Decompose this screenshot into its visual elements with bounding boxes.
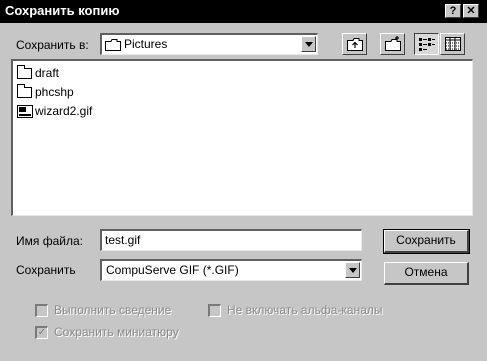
checkbox-box [35,304,48,317]
file-list[interactable]: draft phcshp wizard2.gif [11,59,473,216]
filetype-value: CompuServe GIF (*.GIF) [106,263,239,277]
new-folder-icon [385,36,401,51]
filename-label: Имя файла: [16,234,83,248]
dialog-title: Сохранить копию [5,3,120,18]
list-view-button[interactable] [414,33,439,55]
close-button[interactable]: ✕ [463,4,479,18]
folder-icon [17,84,32,98]
save-in-value: Pictures [124,37,168,51]
gif-file-icon [17,105,33,118]
checkbox-box [208,304,221,317]
up-folder-icon [347,38,363,51]
title-bar[interactable]: Сохранить копию ? ✕ [0,0,487,23]
save-thumbnail-label: Сохранить миниатюру [54,325,179,339]
file-name: wizard2.gif [35,104,93,118]
folder-icon [17,65,32,79]
details-view-button[interactable] [440,33,465,55]
filetype-label: Сохранить [16,263,76,277]
cancel-button[interactable]: Отмена [384,262,469,285]
chevron-down-icon[interactable] [345,262,360,278]
folder-icon [105,38,121,54]
save-button[interactable]: Сохранить [383,229,470,254]
filetype-dropdown[interactable]: CompuServe GIF (*.GIF) [100,259,362,281]
save-in-label: Сохранить в: [16,38,89,52]
file-name: phcshp [35,85,74,99]
file-name: draft [35,66,60,80]
details-view-icon [445,37,461,51]
new-folder-button[interactable] [380,33,405,55]
flatten-label: Выполнить сведение [54,303,172,317]
save-copy-dialog: Сохранить копию ? ✕ Сохранить в: Picture… [0,0,487,361]
help-button[interactable]: ? [445,4,461,18]
list-view-icon [419,38,435,51]
exclude-alpha-label: Не включать альфа-каналы [227,303,383,317]
up-folder-button[interactable] [342,33,367,55]
check-icon: ✓ [35,326,48,339]
chevron-down-icon[interactable] [301,36,316,52]
save-in-dropdown[interactable]: Pictures [100,33,318,55]
filename-value: test.gif [105,233,141,247]
filename-input[interactable]: test.gif [100,229,362,251]
